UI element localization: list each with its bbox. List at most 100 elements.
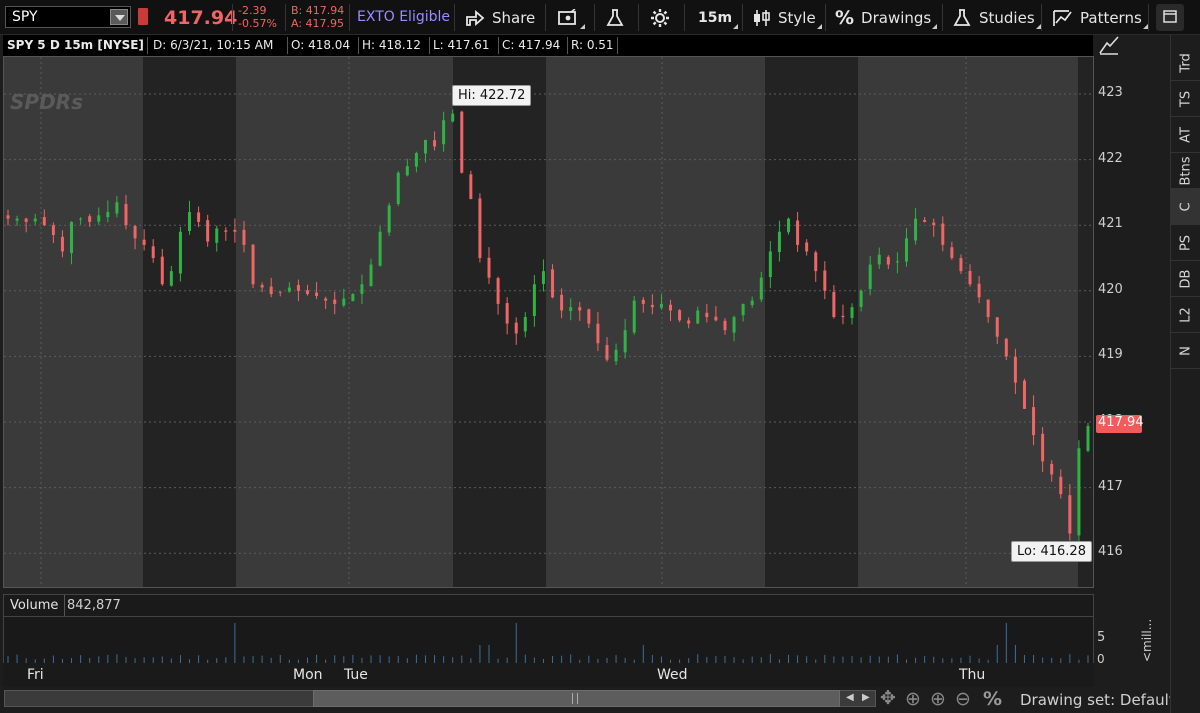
symbol-text: SPY — [12, 9, 38, 25]
share-icon — [466, 9, 485, 26]
candle-body — [369, 264, 373, 287]
candle-body — [614, 349, 618, 362]
candle-body — [759, 277, 763, 300]
price-chart[interactable]: SPDRs Hi: 422.72 Lo: 416.28 — [3, 56, 1094, 588]
symbol-input[interactable]: SPY — [5, 6, 131, 28]
percent-icon[interactable]: % — [983, 688, 1002, 710]
drawings-button[interactable]: % Drawings — [835, 0, 938, 35]
style-button[interactable]: Style — [752, 0, 822, 35]
price-chart-canvas[interactable]: SPDRs — [4, 57, 1094, 588]
time-label: Mon — [293, 667, 323, 683]
scroll-left-arrow[interactable]: ◀ — [846, 692, 854, 703]
candle-body — [678, 310, 682, 321]
candle-body — [1086, 425, 1090, 451]
bid-ask: B: 417.94 A: 417.95 — [291, 4, 344, 30]
patterns-button[interactable]: Patterns — [1052, 0, 1148, 35]
candle-body — [151, 246, 155, 258]
corner-indicator — [580, 24, 585, 29]
spdr-watermark: SPDRs — [10, 90, 83, 114]
side-tab-at[interactable]: AT — [1171, 117, 1200, 153]
volume-axis-tick: 5 — [1097, 630, 1106, 645]
time-axis[interactable]: Fri Mon Tue Wed Thu — [3, 663, 1094, 687]
candle-body — [1041, 433, 1045, 462]
candle-body — [6, 215, 10, 219]
pan-icon[interactable]: ✥ — [880, 687, 896, 709]
chevron-down-icon[interactable] — [110, 9, 128, 25]
time-label: Fri — [27, 667, 44, 683]
candle-body — [705, 312, 709, 318]
zoom-in-icon[interactable]: ⊕ — [930, 688, 946, 710]
chart-message-button[interactable] — [557, 0, 585, 35]
candle-body — [51, 225, 55, 236]
volume-axis[interactable]: 5 0 <mill... — [1094, 594, 1154, 666]
divider — [429, 37, 430, 54]
divider — [684, 4, 685, 31]
candle-body — [895, 261, 899, 263]
side-tab-n[interactable]: N — [1171, 333, 1200, 369]
patterns-label: Patterns — [1080, 8, 1142, 27]
studies-button[interactable]: Studies — [952, 0, 1041, 35]
candle-body — [505, 303, 509, 324]
candle-body — [587, 309, 591, 324]
share-button[interactable]: Share — [465, 0, 535, 35]
zoom-out-icon[interactable]: ⊖ — [955, 688, 971, 710]
side-tab-label: DB — [1178, 269, 1194, 288]
crosshair-icon[interactable]: ⊕ — [905, 688, 921, 710]
side-tab-c[interactable]: C — [1171, 189, 1200, 225]
candle-body — [732, 317, 736, 333]
flag-icon[interactable] — [138, 8, 148, 25]
candle-body — [1077, 448, 1081, 536]
side-tab-ps[interactable]: PS — [1171, 225, 1200, 261]
candle-body — [260, 284, 264, 288]
divider — [942, 4, 943, 31]
candle-body — [1050, 463, 1054, 475]
side-tab-label: Trd — [1178, 52, 1194, 73]
candle-body — [578, 307, 582, 311]
divider — [287, 37, 288, 54]
divider — [498, 37, 499, 54]
scrollbar-thumb[interactable] — [313, 690, 840, 707]
side-tab-btns[interactable]: Btns — [1171, 153, 1200, 189]
candle-body — [1032, 407, 1036, 436]
overnight-session-band — [765, 57, 858, 587]
divider — [567, 37, 568, 54]
side-tab-trd[interactable]: Trd — [1171, 45, 1200, 81]
candle-body — [641, 299, 645, 304]
axis-scale-icon[interactable] — [1098, 35, 1120, 55]
side-tab-label: L2 — [1178, 306, 1194, 323]
bar-date: D: 6/3/21, 10:15 AM — [153, 38, 274, 52]
drawing-set-label[interactable]: Drawing set: Default — [1020, 691, 1175, 709]
price-axis[interactable]: 416417418419420421422423 417.94 — [1094, 35, 1150, 590]
candle-body — [950, 247, 954, 258]
price-change: -2.39 -0.57% — [238, 4, 277, 30]
volume-value: 842,877 — [67, 598, 121, 613]
exto-eligible-label[interactable]: EXTO Eligible — [357, 9, 450, 25]
side-tab-l2[interactable]: L2 — [1171, 297, 1200, 333]
volume-canvas[interactable] — [4, 617, 1094, 663]
candle-body — [360, 284, 364, 294]
settings-button[interactable] — [650, 0, 670, 35]
candle-body — [877, 254, 881, 265]
candle-body — [333, 299, 337, 304]
bottom-bar: ◀ ▶ ✥ ⊕ ⊕ ⊖ % Drawing set: Default — [0, 687, 1200, 713]
window-button[interactable] — [1156, 4, 1184, 31]
candle-body — [995, 317, 999, 337]
low-label: Lo: 416.28 — [1011, 541, 1092, 562]
divider — [742, 4, 743, 31]
corner-indicator — [1035, 24, 1041, 29]
flask-button[interactable] — [605, 0, 625, 35]
corner-indicator — [816, 24, 822, 29]
candle-body — [750, 300, 754, 306]
volume-header: Volume 842,877 — [3, 594, 1094, 617]
volume-pane[interactable] — [3, 617, 1094, 663]
candle-body — [296, 284, 300, 291]
scroll-right-arrow[interactable]: ▶ — [862, 692, 870, 703]
candle-body — [315, 292, 319, 297]
candle-body — [496, 278, 500, 304]
ask-price: A: 417.95 — [291, 17, 345, 30]
side-tab-ts[interactable]: TS — [1171, 81, 1200, 117]
timeframe-button[interactable]: 15m — [698, 0, 739, 35]
pane-divider[interactable] — [0, 588, 1094, 592]
side-tab-db[interactable]: DB — [1171, 261, 1200, 297]
percent-icon: % — [835, 6, 855, 29]
